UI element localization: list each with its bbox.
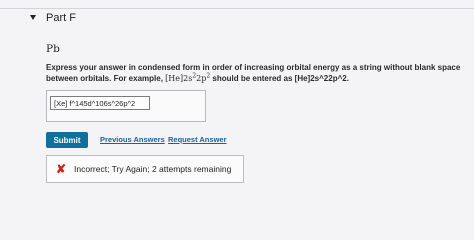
part-title: Part F (46, 12, 76, 24)
feedback-message: Incorrect; Try Again; 2 attempts remaini… (74, 164, 232, 174)
previous-answers-link[interactable]: Previous Answers (100, 135, 165, 144)
instructions-line-1: Express your answer in condensed form in… (46, 63, 461, 72)
collapse-caret-icon[interactable] (30, 15, 36, 20)
answer-input[interactable] (50, 96, 150, 110)
feedback-panel: ✘ Incorrect; Try Again; 2 attempts remai… (46, 155, 244, 183)
section-divider (0, 8, 474, 9)
x-icon: ✘ (56, 162, 67, 176)
example-configuration: [He]2s22p2 (165, 72, 211, 83)
element-symbol: Pb (46, 43, 60, 55)
answer-box (46, 90, 206, 122)
question-instructions: Express your answer in condensed form in… (46, 62, 466, 84)
instructions-line-2-suffix: should be entered as [He]2s^22p^2. (212, 74, 349, 83)
instructions-line-2-prefix: between orbitals. For example, (46, 74, 163, 83)
submit-button[interactable]: Submit (46, 132, 88, 148)
request-answer-link[interactable]: Request Answer (168, 135, 227, 144)
